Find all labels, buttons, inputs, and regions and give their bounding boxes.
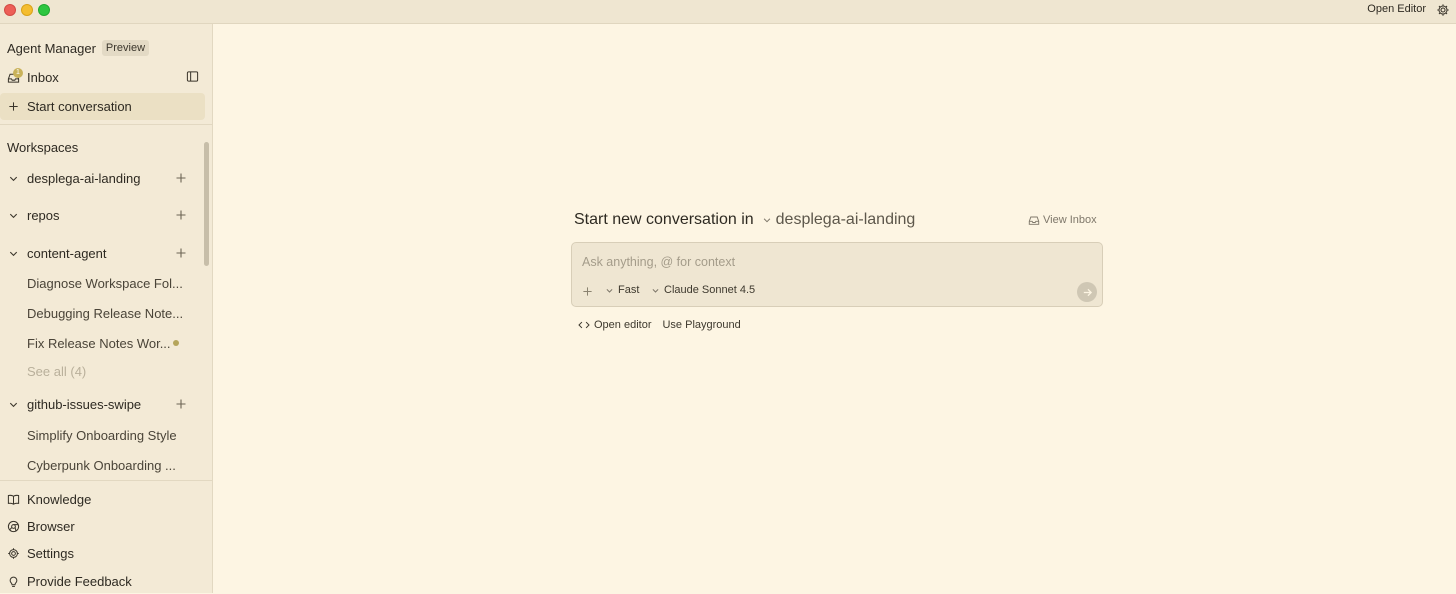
conversation-item[interactable]: Fix Release Notes Wor... (0, 330, 205, 356)
chevron-down-icon[interactable] (762, 215, 772, 225)
globe-icon (7, 520, 20, 532)
start-conversation-label: Start conversation (27, 99, 132, 114)
heading-text: Start new conversation in (574, 211, 754, 228)
mode-label: Fast (618, 284, 640, 296)
chevron-down-icon (9, 176, 18, 181)
code-icon (578, 321, 590, 329)
view-inbox-link[interactable]: View Inbox (1028, 214, 1097, 226)
add-conversation-icon[interactable] (175, 172, 187, 184)
sidebar-header: Agent Manager Preview (7, 40, 150, 56)
composer: Fast Claude Sonnet 4.5 (571, 242, 1103, 307)
inbox-icon (1028, 216, 1040, 225)
sidebar-item-knowledge[interactable]: Knowledge (0, 486, 205, 512)
close-window-button[interactable] (4, 4, 16, 16)
sidebar-item-label: Settings (27, 545, 74, 561)
gear-icon[interactable] (1436, 3, 1450, 17)
sidebar-item-label: Knowledge (27, 491, 92, 507)
sidebar-item-label: Browser (27, 518, 75, 534)
use-playground-link[interactable]: Use Playground (662, 319, 740, 331)
main-panel: Start new conversation in desplega-ai-la… (213, 24, 1456, 593)
conversation-item[interactable]: Debugging Release Note... (0, 300, 205, 326)
open-editor-button[interactable]: Open Editor (1367, 3, 1426, 15)
new-conversation-heading: Start new conversation in desplega-ai-la… (574, 211, 915, 229)
see-all-link[interactable]: See all (4) (0, 358, 205, 384)
open-editor-label: Open editor (594, 319, 652, 331)
sidebar-item-label: Provide Feedback (27, 573, 132, 589)
conversation-title: Debugging Release Note... (27, 305, 184, 321)
sidebar-item-label: Inbox (27, 69, 59, 85)
sidebar-item-browser[interactable]: Browser (0, 513, 205, 539)
conversation-title: Fix Release Notes Wor... (27, 335, 171, 351)
conversation-item[interactable]: Cyberpunk Onboarding ... (0, 452, 205, 478)
divider (0, 480, 212, 481)
add-conversation-icon[interactable] (175, 247, 187, 259)
maximize-window-button[interactable] (38, 4, 50, 16)
arrow-right-icon (1083, 288, 1092, 296)
book-icon (7, 494, 20, 505)
workspace-github-issues-swipe[interactable]: github-issues-swipe (0, 391, 205, 417)
conversation-title: Simplify Onboarding Style (27, 427, 177, 443)
start-conversation-button[interactable]: Start conversation (0, 93, 205, 120)
sidebar-item-inbox[interactable]: 1 Inbox (0, 64, 205, 90)
send-button[interactable] (1077, 282, 1097, 302)
workspace-content-agent[interactable]: content-agent (0, 240, 205, 266)
sidebar-item-feedback[interactable]: Provide Feedback (0, 568, 205, 594)
inbox-count-badge: 1 (13, 68, 23, 78)
minimize-window-button[interactable] (21, 4, 33, 16)
title-bar: Open Editor (0, 0, 1456, 24)
add-context-icon[interactable] (582, 286, 593, 297)
workspace-name: repos (27, 207, 60, 223)
lightbulb-icon (9, 576, 18, 587)
app-title: Agent Manager (7, 40, 96, 56)
add-conversation-icon[interactable] (175, 398, 187, 410)
see-all-label: See all (4) (27, 363, 87, 379)
divider (0, 124, 212, 125)
conversation-title: Diagnose Workspace Fol... (27, 275, 183, 291)
sidebar: Agent Manager Preview 1 Inbox Start conv… (0, 24, 213, 593)
chevron-down-icon (9, 251, 18, 256)
view-inbox-label: View Inbox (1043, 214, 1097, 226)
composer-links: Open editor Use Playground (578, 319, 741, 331)
workspace-name: github-issues-swipe (27, 396, 142, 412)
workspaces-heading: Workspaces (7, 140, 79, 155)
toggle-sidebar-icon[interactable] (186, 70, 199, 83)
chevron-down-icon (9, 213, 18, 218)
workspace-repos[interactable]: repos (0, 202, 205, 228)
conversation-title: Cyberpunk Onboarding ... (27, 457, 176, 473)
conversation-item[interactable]: Simplify Onboarding Style (0, 422, 205, 448)
conversation-item[interactable]: Diagnose Workspace Fol... (0, 270, 205, 296)
workspace-desplega-ai-landing[interactable]: desplega-ai-landing (0, 165, 205, 191)
model-selector[interactable]: Claude Sonnet 4.5 (651, 284, 755, 296)
chevron-down-icon (9, 402, 18, 407)
model-label: Claude Sonnet 4.5 (664, 284, 756, 296)
prompt-input[interactable] (582, 253, 1062, 271)
gear-icon (8, 547, 19, 559)
add-conversation-icon[interactable] (175, 209, 187, 221)
chevron-down-icon (652, 288, 659, 293)
plus-icon (9, 102, 18, 111)
preview-badge: Preview (101, 40, 150, 56)
unread-indicator (173, 340, 179, 346)
open-editor-link[interactable]: Open editor (578, 319, 651, 331)
workspace-selector[interactable]: desplega-ai-landing (776, 211, 916, 229)
chevron-down-icon (606, 288, 613, 293)
workspace-name: desplega-ai-landing (27, 170, 141, 186)
sidebar-item-settings[interactable]: Settings (0, 540, 205, 566)
mode-selector[interactable]: Fast (605, 284, 639, 296)
workspace-name: content-agent (27, 245, 107, 261)
